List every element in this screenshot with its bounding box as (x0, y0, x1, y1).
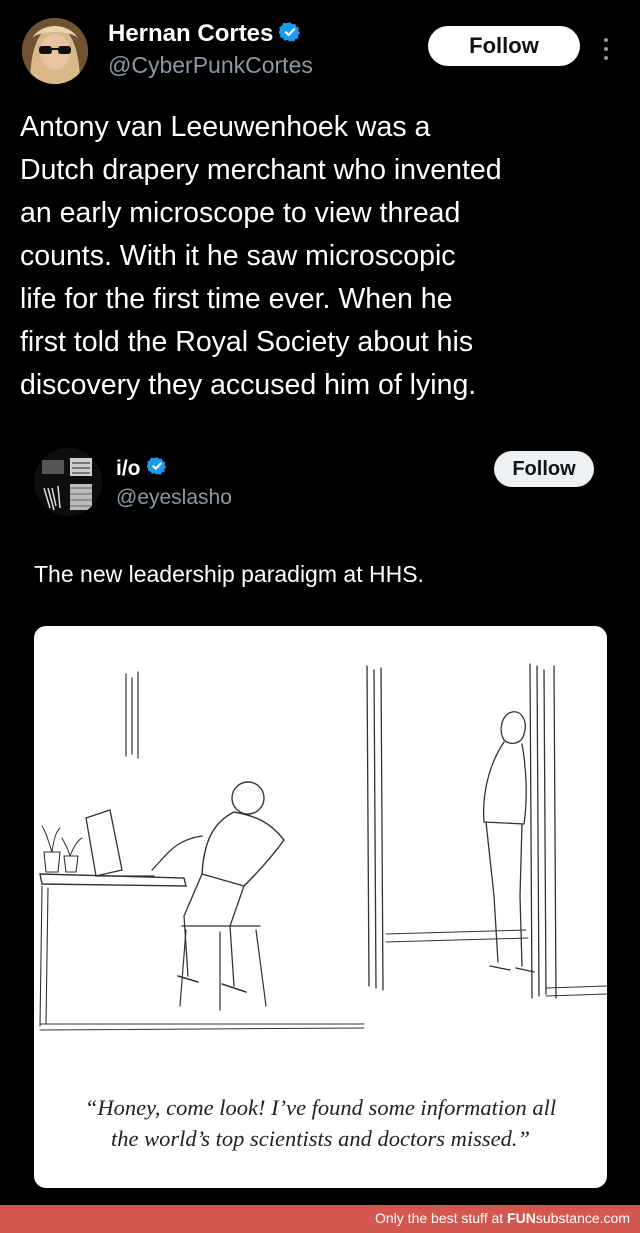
author-name[interactable]: Hernan Cortes (108, 20, 273, 48)
quoted-tweet-text: The new leadership paradigm at HHS. (34, 561, 424, 587)
author-avatar[interactable] (22, 18, 88, 84)
cartoon-caption-line-1: “Honey, come look! I’ve found some infor… (84, 1095, 557, 1120)
quoted-author-name[interactable]: i/o (116, 457, 141, 481)
watermark-prefix: Only the best stuff at (375, 1210, 508, 1226)
watermark-bar: Only the best stuff at FUNsubstance.com (0, 1205, 640, 1233)
cartoon-caption-line-2: the world’s top scientists and doctors m… (111, 1126, 530, 1151)
cartoon-image[interactable]: “Honey, come look! I’ve found some infor… (34, 626, 607, 1188)
quoted-author-avatar[interactable] (34, 448, 102, 516)
quoted-author-handle[interactable]: @eyeslasho (116, 486, 232, 510)
cartoon-caption: “Honey, come look! I’ve found some infor… (34, 1092, 607, 1154)
follow-button[interactable]: Follow (428, 26, 580, 66)
watermark-brand-rest: substance.com (535, 1210, 630, 1226)
watermark-brand-bold: FUN (507, 1210, 536, 1226)
author-handle[interactable]: @CyberPunkCortes (108, 52, 313, 79)
verified-badge-icon (278, 21, 301, 48)
verified-badge-icon (145, 456, 167, 481)
quoted-follow-button[interactable]: Follow (494, 451, 594, 487)
tweet-text: Antony van Leeuwenhoek was a Dutch drape… (20, 111, 502, 401)
watermark-text: Only the best stuff at FUNsubstance.com (375, 1210, 630, 1226)
more-options-icon[interactable] (596, 34, 616, 64)
